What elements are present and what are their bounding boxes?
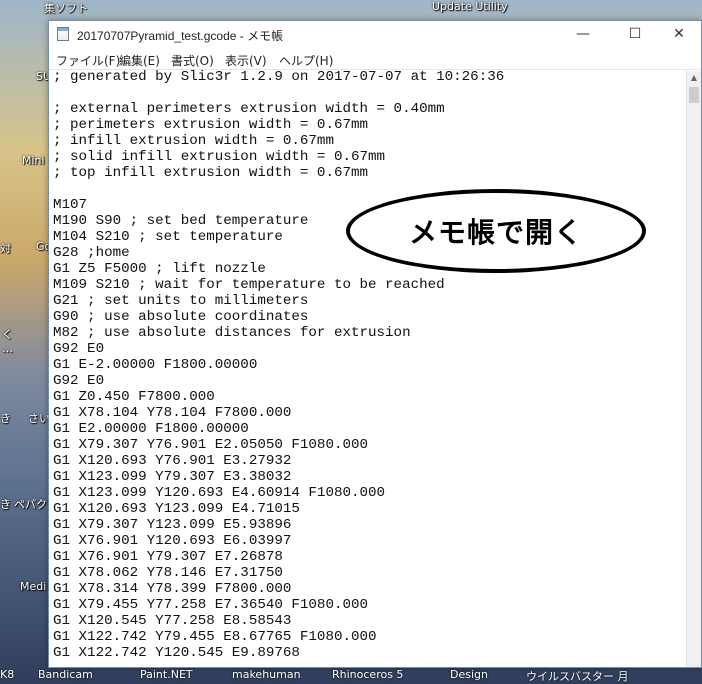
menu-format[interactable]: 書式(O): [171, 52, 214, 69]
callout-bubble: メモ帳で開く: [346, 189, 646, 273]
notepad-window[interactable]: 20170707Pyramid_test.gcode - メモ帳 — ☐ ✕ フ…: [48, 20, 702, 668]
code-line: G1 X78.062 Y78.146 E7.31750: [53, 565, 283, 581]
title-bar[interactable]: 20170707Pyramid_test.gcode - メモ帳 — ☐ ✕: [49, 21, 701, 47]
taskbar-item[interactable]: K8: [0, 668, 14, 681]
desktop-icon-label[interactable]: く: [2, 326, 13, 342]
code-line: G90 ; use absolute coordinates: [53, 309, 309, 325]
code-line: G1 Z5 F5000 ; lift nozzle: [53, 261, 266, 277]
code-line: G21 ; set units to millimeters: [53, 293, 309, 309]
code-line: G1 X120.693 Y76.901 E3.27932: [53, 453, 292, 469]
desktop-icon-label[interactable]: …: [2, 342, 13, 355]
desktop-icon-label[interactable]: き: [0, 410, 11, 426]
code-line: G1 E2.00000 F1800.00000: [53, 421, 249, 437]
taskbar-item[interactable]: makehuman: [232, 668, 301, 681]
code-line: G1 X76.901 Y79.307 E7.26878: [53, 549, 283, 565]
code-line: G92 E0: [53, 341, 105, 357]
code-line: G1 X123.099 Y120.693 E4.60914 F1080.000: [53, 485, 386, 501]
menu-file[interactable]: ファイル(F): [56, 52, 120, 69]
callout-text: メモ帳で開く: [408, 216, 583, 249]
menu-view[interactable]: 表示(V): [225, 52, 267, 69]
maximize-button[interactable]: ☐: [613, 21, 657, 47]
desktop-icon-label[interactable]: Mini: [22, 154, 45, 167]
desktop-icon-label[interactable]: き: [0, 496, 11, 512]
code-line: G1 X122.742 Y120.545 E9.89768: [53, 645, 300, 661]
code-line: ; top infill extrusion width = 0.67mm: [53, 165, 369, 181]
desktop-icon-label[interactable]: 集ソフト: [44, 0, 88, 16]
menu-bar: ファイル(F) 編集(E) 書式(O) 表示(V) ヘルプ(H): [49, 49, 701, 70]
code-line: ; perimeters extrusion width = 0.67mm: [53, 117, 369, 133]
desktop-icon-label[interactable]: Update Utility: [432, 0, 508, 13]
code-line: ; external perimeters extrusion width = …: [53, 101, 445, 117]
minimize-button[interactable]: —: [561, 21, 605, 47]
window-title: 20170707Pyramid_test.gcode - メモ帳: [77, 29, 284, 43]
code-line: G92 E0: [53, 373, 105, 389]
code-line: G1 X120.693 Y123.099 E4.71015: [53, 501, 300, 517]
code-line: ; infill extrusion width = 0.67mm: [53, 133, 334, 149]
code-line: ; generated by Slic3r 1.2.9 on 2017-07-0…: [53, 69, 505, 85]
code-line: G1 X76.901 Y120.693 E6.03997: [53, 533, 292, 549]
code-line: G1 X79.307 Y123.099 E5.93896: [53, 517, 292, 533]
text-editor[interactable]: ; generated by Slic3r 1.2.9 on 2017-07-0…: [53, 69, 687, 665]
code-line: G1 X79.455 Y77.258 E7.36540 F1080.000: [53, 597, 369, 613]
desktop-icon-label[interactable]: さい: [28, 410, 50, 426]
code-line: M109 S210 ; wait for temperature to be r…: [53, 277, 445, 293]
code-line: G1 E-2.00000 F1800.00000: [53, 357, 258, 373]
menu-edit[interactable]: 編集(E): [119, 52, 160, 69]
code-line: M82 ; use absolute distances for extrusi…: [53, 325, 411, 341]
code-line: G1 X122.742 Y79.455 E8.67765 F1080.000: [53, 629, 377, 645]
menu-help[interactable]: ヘルプ(H): [279, 52, 333, 69]
taskbar-item[interactable]: ウイルスバスター 月: [526, 668, 629, 684]
taskbar-item[interactable]: Rhinoceros 5: [332, 668, 403, 681]
desktop-icon-label[interactable]: 対: [0, 240, 11, 256]
taskbar-item[interactable]: Design: [450, 668, 488, 681]
code-line: G1 X79.307 Y76.901 E2.05050 F1080.000: [53, 437, 369, 453]
code-line: G1 X78.104 Y78.104 F7800.000: [53, 405, 292, 421]
code-line: ; solid infill extrusion width = 0.67mm: [53, 149, 386, 165]
vertical-scrollbar[interactable]: ▲: [686, 71, 701, 667]
code-line: G1 X120.545 Y77.258 E8.58543: [53, 613, 292, 629]
close-button[interactable]: ✕: [657, 21, 701, 47]
code-line: G1 X78.314 Y78.399 F7800.000: [53, 581, 292, 597]
desktop-icon-label[interactable]: Medi: [20, 580, 46, 593]
desktop-icon-label[interactable]: ペパク: [14, 496, 47, 512]
taskbar-item[interactable]: Bandicam: [38, 668, 93, 681]
scroll-up-arrow-icon[interactable]: ▲: [687, 71, 701, 85]
notepad-app-icon: [57, 27, 69, 41]
taskbar-item[interactable]: Paint.NET: [140, 668, 193, 681]
code-line: G1 Z0.450 F7800.000: [53, 389, 215, 405]
code-line: G1 X123.099 Y79.307 E3.38032: [53, 469, 292, 485]
scroll-thumb[interactable]: [689, 87, 699, 103]
